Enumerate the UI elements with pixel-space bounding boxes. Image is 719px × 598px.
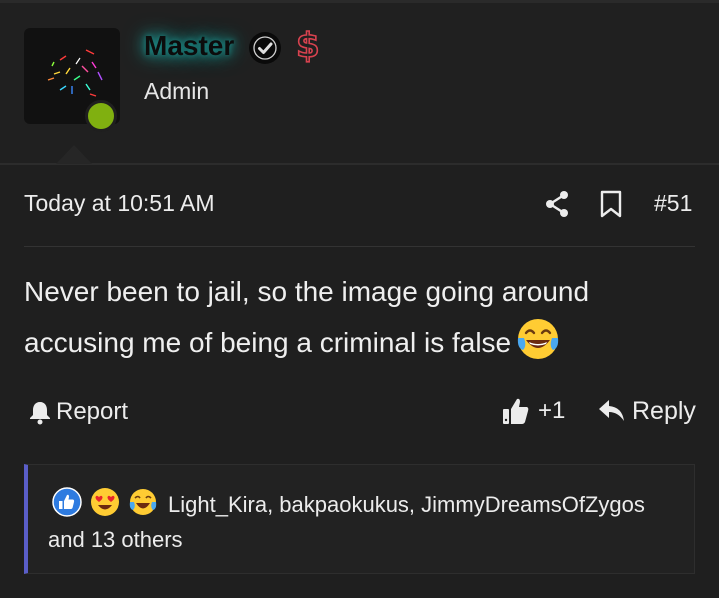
verified-badge-icon <box>249 32 281 64</box>
reactions-bar[interactable]: Light_Kira, bakpaokukus, JimmyDreamsOfZy… <box>24 464 695 574</box>
online-status-dot <box>85 100 117 132</box>
post-body: Never been to jail, so the image going a… <box>24 268 694 367</box>
meta-divider <box>24 246 695 247</box>
report-button[interactable]: Report <box>28 396 128 428</box>
header-divider <box>0 163 719 165</box>
like-button[interactable]: +1 <box>502 394 565 428</box>
reply-icon <box>599 400 624 421</box>
post-number[interactable]: #51 <box>654 190 692 217</box>
header-pointer <box>56 145 92 164</box>
thumbs-up-icon <box>503 398 529 424</box>
tears-of-joy-emoji-icon <box>515 316 561 362</box>
username[interactable]: Master <box>144 30 234 62</box>
share-icon[interactable] <box>544 190 570 218</box>
bell-icon <box>30 402 50 425</box>
like-count: +1 <box>538 397 566 424</box>
post-text: Never been to jail, so the image going a… <box>24 276 590 358</box>
reaction-users[interactable]: Light_Kira, bakpaokukus, JimmyDreamsOfZy… <box>48 487 678 557</box>
report-label: Report <box>56 398 129 425</box>
post-timestamp[interactable]: Today at 10:51 AM <box>24 190 215 217</box>
user-role: Admin <box>144 78 210 104</box>
bookmark-icon[interactable] <box>598 190 624 218</box>
reaction-users-text: Light_Kira, bakpaokukus, JimmyDreamsOfZy… <box>48 492 645 552</box>
dollar-icon: $ <box>295 25 320 67</box>
reply-button[interactable]: Reply <box>598 394 696 428</box>
reply-label: Reply <box>632 396 696 425</box>
